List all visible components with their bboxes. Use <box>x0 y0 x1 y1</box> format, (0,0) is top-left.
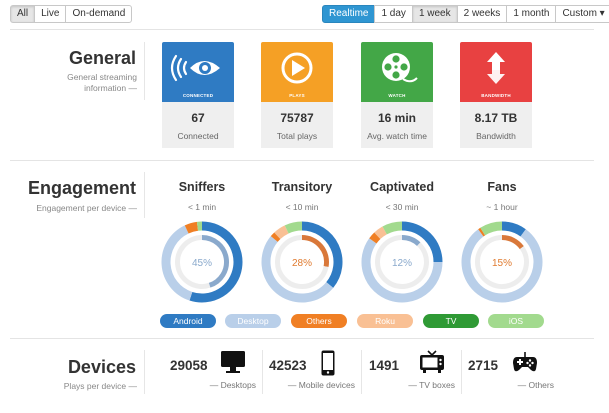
range-realtime-button[interactable]: Realtime <box>322 5 376 23</box>
device-share-arc-2 <box>369 232 381 244</box>
group-title: Transitory <box>271 180 333 194</box>
group-duration: < 1 min <box>187 202 217 212</box>
device-label: — Desktops <box>209 380 256 390</box>
donut-percent-label: 28% <box>292 258 312 269</box>
broadcast-eye-icon <box>170 54 220 82</box>
legend-others[interactable]: Others <box>291 314 347 328</box>
device-label: — Others <box>517 380 554 390</box>
group-title: Fans <box>487 180 517 194</box>
smartphone-icon <box>321 350 335 376</box>
engagement-fans: Fans ~ 1 hour <box>454 180 550 212</box>
donut-percent-label: 15% <box>492 258 512 269</box>
stat-card-plays: PLAYS 75787 Total plays <box>261 42 333 148</box>
general-subtitle: General streaming information — <box>67 72 137 93</box>
connected-label: Connected <box>177 131 219 141</box>
card-tile: BANDWIDTH <box>460 42 532 102</box>
device-label: — Mobile devices <box>287 380 355 390</box>
device-share-arc-3 <box>374 226 387 240</box>
divider <box>10 29 594 30</box>
card-tag: CONNECTED <box>182 93 214 98</box>
group-title: Captivated <box>370 180 434 194</box>
card-tile: PLAYS <box>261 42 333 102</box>
general-title: General <box>68 48 136 68</box>
engagement-title: Engagement <box>27 178 136 198</box>
group-duration: ~ 1 hour <box>486 202 518 212</box>
source-filter-group: All Live On-demand <box>10 5 133 23</box>
divider <box>262 350 263 394</box>
devices-title: Devices <box>67 357 136 377</box>
plays-label: Total plays <box>276 131 318 141</box>
stat-card-watch: WATCH 16 min Avg. watch time <box>361 42 433 148</box>
device-share-arc-3 <box>274 225 289 240</box>
gamepad-icon <box>513 352 537 372</box>
card-tag: WATCH <box>388 93 406 98</box>
card-tag: PLAYS <box>289 93 305 98</box>
watch-time-value: 16 min <box>377 111 416 125</box>
engagement-transitory: Transitory < 10 min <box>254 180 350 212</box>
device-share-arc-2 <box>478 227 486 237</box>
legend-roku[interactable]: Roku <box>357 314 413 328</box>
tv-icon <box>420 350 444 373</box>
section-divider <box>144 42 145 100</box>
section-divider <box>144 172 145 218</box>
device-count: 2715 <box>468 358 499 373</box>
divider <box>10 338 594 339</box>
donut-percent-label: 12% <box>392 258 412 269</box>
divider <box>10 160 594 161</box>
legend-ios[interactable]: iOS <box>488 314 544 328</box>
time-range-group: Realtime 1 day 1 week 2 weeks 1 month Cu… <box>322 5 609 23</box>
filter-on-demand-button[interactable]: On-demand <box>65 5 133 23</box>
film-reel-icon <box>382 53 418 83</box>
transitory-donut-chart: 28% <box>261 221 343 303</box>
device-share-arc-5 <box>284 221 303 234</box>
up-down-arrows-icon <box>487 52 505 84</box>
card-tag: BANDWIDTH <box>481 93 511 98</box>
device-share-arc-2 <box>184 221 199 234</box>
divider <box>361 350 362 394</box>
device-label: — TV boxes <box>408 380 455 390</box>
bandwidth-label: Bandwidth <box>476 131 516 141</box>
card-tile: WATCH <box>361 42 433 102</box>
bandwidth-value: 8.17 TB <box>474 111 518 125</box>
section-divider <box>144 350 145 394</box>
device-share-arc-2 <box>270 232 281 242</box>
devices-subtitle: Plays per device — <box>63 381 137 391</box>
device-count: 29058 <box>170 358 208 373</box>
engagement-sniffers: Sniffers < 1 min <box>154 180 250 212</box>
watch-time-label: Avg. watch time <box>367 131 427 141</box>
range-2-weeks-button[interactable]: 2 weeks <box>456 5 508 23</box>
sniffers-donut-chart: 45% <box>161 221 243 303</box>
monitor-icon <box>221 351 245 373</box>
connected-value: 67 <box>191 111 205 125</box>
filter-all-button[interactable]: All <box>10 5 36 23</box>
range-custom-dropdown[interactable]: Custom ▾ <box>555 5 609 23</box>
stat-card-connected: CONNECTED 67 Connected <box>162 42 234 148</box>
donut-percent-label: 45% <box>192 258 212 269</box>
card-tile: CONNECTED <box>162 42 234 102</box>
filter-live-button[interactable]: Live <box>34 5 67 23</box>
play-circle-icon <box>281 52 313 84</box>
group-duration: < 10 min <box>285 202 319 212</box>
engagement-subtitle: Engagement per device — <box>36 203 137 213</box>
device-count: 1491 <box>369 358 400 373</box>
legend-tv[interactable]: TV <box>423 314 479 328</box>
stat-card-bandwidth: BANDWIDTH 8.17 TB Bandwidth <box>460 42 532 148</box>
range-1-month-button[interactable]: 1 month <box>506 5 557 23</box>
device-count: 42523 <box>269 358 307 373</box>
fans-donut-chart: 15% <box>461 221 543 303</box>
legend-desktop[interactable]: Desktop <box>225 314 281 328</box>
plays-value: 75787 <box>280 111 314 125</box>
group-duration: < 30 min <box>385 202 419 212</box>
device-share-arc-5 <box>382 221 403 235</box>
legend-android[interactable]: Android <box>160 314 216 328</box>
divider <box>461 350 462 394</box>
captivated-donut-chart: 12% <box>361 221 443 303</box>
range-1-day-button[interactable]: 1 day <box>374 5 413 23</box>
engagement-captivated: Captivated < 30 min <box>354 180 450 212</box>
range-1-week-button[interactable]: 1 week <box>411 5 458 23</box>
group-title: Sniffers <box>178 180 226 194</box>
